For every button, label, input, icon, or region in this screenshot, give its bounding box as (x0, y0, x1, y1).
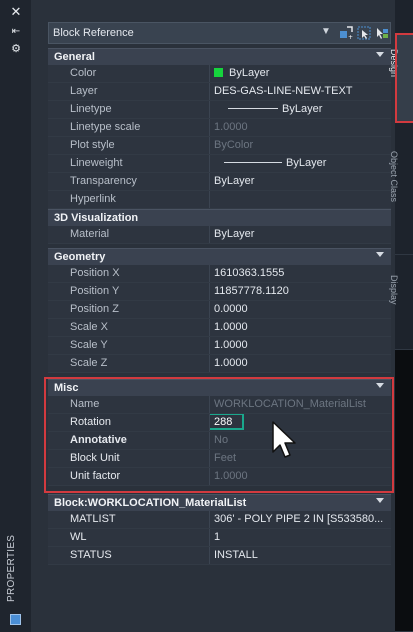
property-row-position-y[interactable]: Position Y 11857778.1120 (48, 283, 391, 301)
property-name: Lineweight (48, 155, 210, 172)
property-value[interactable]: 1.0000 (210, 355, 391, 372)
lineweight-sample-icon (224, 162, 282, 163)
property-row-scale-x[interactable]: Scale X 1.0000 (48, 319, 391, 337)
property-row-scale-y[interactable]: Scale Y 1.0000 (48, 337, 391, 355)
palette-title: PROPERTIES (6, 534, 17, 602)
toggle-pickadd-icon[interactable]: + (339, 26, 353, 40)
collapse-icon[interactable] (376, 52, 384, 57)
property-value[interactable]: INSTALL (210, 547, 391, 564)
property-name: Hyperlink (48, 191, 210, 208)
property-row-transparency[interactable]: Transparency ByLayer (48, 173, 391, 191)
property-row-matlist[interactable]: MATLIST 306' - POLY PIPE 2 IN [S533580..… (48, 511, 391, 529)
property-name: Scale Y (48, 337, 210, 354)
property-row-linetype[interactable]: Linetype ByLayer (48, 101, 391, 119)
property-name: Plot style (48, 137, 210, 154)
property-name: Position Y (48, 283, 210, 300)
property-row-linetype-scale[interactable]: Linetype scale 1.0000 (48, 119, 391, 137)
section-geometry[interactable]: Geometry (48, 248, 391, 265)
settings-icon[interactable]: ⚙ (9, 43, 23, 55)
properties-palette: Block Reference ▼ + General Color ByLaye… (31, 0, 395, 632)
property-value[interactable]: 1 (210, 529, 391, 546)
property-value[interactable]: 0.0000 (210, 301, 391, 318)
property-row-color[interactable]: Color ByLayer (48, 65, 391, 83)
property-row-layer[interactable]: Layer DES-GAS-LINE-NEW-TEXT (48, 83, 391, 101)
property-name: Color (48, 65, 210, 82)
property-name: WL (48, 529, 210, 546)
property-row-position-z[interactable]: Position Z 0.0000 (48, 301, 391, 319)
linetype-sample-icon (228, 108, 278, 109)
property-name: Linetype (48, 101, 210, 118)
tab-display[interactable]: Display (389, 255, 413, 350)
close-icon[interactable]: ✕ (9, 5, 23, 18)
section-general[interactable]: General (48, 48, 391, 65)
palette-title-strip: ✕ ⇤ ⚙ PROPERTIES (0, 0, 32, 632)
property-name: Material (48, 226, 210, 243)
property-name: Position X (48, 265, 210, 282)
quick-select-icon[interactable] (375, 26, 389, 40)
property-name: MATLIST (48, 511, 210, 528)
property-value[interactable]: 1.0000 (210, 337, 391, 354)
property-value[interactable]: 1610363.1555 (210, 265, 391, 282)
design-tab-highlight-annotation (395, 33, 413, 123)
object-type-select[interactable]: Block Reference ▼ + (48, 22, 391, 44)
property-row-material[interactable]: Material ByLayer (48, 226, 391, 244)
property-name: Position Z (48, 301, 210, 318)
properties-icon (10, 614, 21, 625)
property-row-wl[interactable]: WL 1 (48, 529, 391, 547)
property-value[interactable]: 306' - POLY PIPE 2 IN [S533580... (210, 511, 391, 528)
property-row-plot-style[interactable]: Plot style ByColor (48, 137, 391, 155)
property-value[interactable]: 1.0000 (210, 319, 391, 336)
section-title: 3D Visualization (54, 212, 139, 224)
misc-highlight-annotation (44, 377, 394, 493)
property-name: STATUS (48, 547, 210, 564)
tab-area-empty (395, 350, 413, 632)
property-row-hyperlink[interactable]: Hyperlink (48, 191, 391, 209)
property-value[interactable]: DES-GAS-LINE-NEW-TEXT (210, 83, 391, 100)
property-value[interactable]: ByLayer (210, 226, 391, 243)
svg-text:+: + (348, 34, 353, 40)
property-value[interactable]: ByColor (210, 137, 391, 154)
property-value[interactable]: 1.0000 (210, 119, 391, 136)
collapse-icon[interactable] (376, 252, 384, 257)
property-name: Transparency (48, 173, 210, 190)
section-title: General (54, 51, 95, 63)
property-row-scale-z[interactable]: Scale Z 1.0000 (48, 355, 391, 373)
property-row-lineweight[interactable]: Lineweight ByLayer (48, 155, 391, 173)
property-name: Linetype scale (48, 119, 210, 136)
property-value[interactable]: ByLayer (210, 65, 391, 82)
property-name: Scale Z (48, 355, 210, 372)
property-name: Scale X (48, 319, 210, 336)
mouse-cursor-icon (272, 421, 296, 458)
property-row-position-x[interactable]: Position X 1610363.1555 (48, 265, 391, 283)
property-value[interactable]: 11857778.1120 (210, 283, 391, 300)
property-value[interactable]: ByLayer (210, 173, 391, 190)
collapse-icon[interactable] (376, 498, 384, 503)
section-block-attributes[interactable]: Block:WORKLOCATION_MaterialList (48, 494, 391, 511)
tab-object-class[interactable]: Object Class (389, 123, 413, 255)
autohide-icon[interactable]: ⇤ (9, 26, 23, 38)
select-objects-icon[interactable] (357, 26, 371, 40)
property-value[interactable]: ByLayer (210, 101, 391, 118)
color-swatch-icon (214, 68, 223, 77)
chevron-down-icon[interactable]: ▼ (321, 26, 331, 37)
object-type-value: Block Reference (53, 27, 134, 39)
section-title: Geometry (54, 251, 106, 263)
property-row-status[interactable]: STATUS INSTALL (48, 547, 391, 565)
property-value[interactable] (210, 191, 391, 208)
section-3d-visualization[interactable]: 3D Visualization (48, 209, 391, 226)
property-name: Layer (48, 83, 210, 100)
section-title: Block:WORKLOCATION_MaterialList (54, 497, 247, 509)
property-value[interactable]: ByLayer (210, 155, 391, 172)
